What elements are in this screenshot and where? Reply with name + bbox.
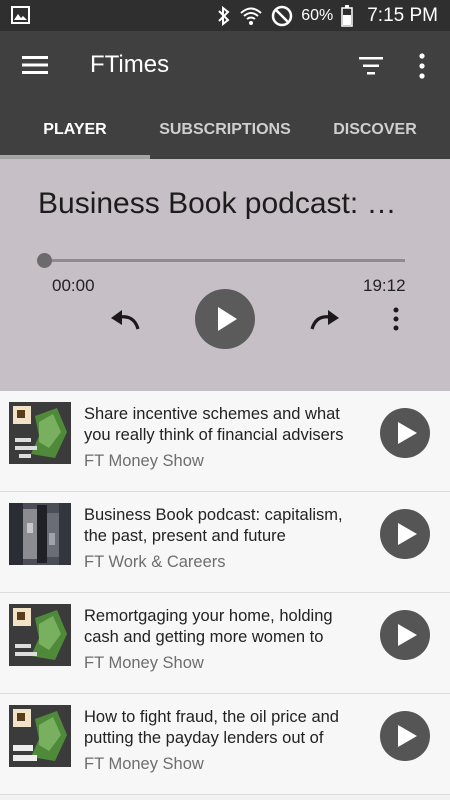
app-bar: FTimes — [0, 31, 450, 101]
seek-thumb[interactable] — [37, 253, 52, 268]
rewind-icon[interactable] — [108, 307, 144, 335]
list-item[interactable]: Business Book podcast: capitalism, the p… — [0, 492, 450, 593]
list-item[interactable]: Remortgaging your home, holding cash and… — [0, 593, 450, 694]
play-icon — [398, 422, 417, 444]
play-icon — [398, 725, 417, 747]
play-icon — [398, 624, 417, 646]
tab-discover[interactable]: DISCOVER — [300, 101, 450, 159]
episode-play-button[interactable] — [380, 711, 430, 761]
play-icon — [218, 307, 237, 331]
player-more-icon[interactable] — [386, 305, 406, 333]
episode-list: Share incentive schemes and what you rea… — [0, 391, 450, 795]
bluetooth-icon — [218, 5, 230, 26]
episode-title: Share incentive schemes and what you rea… — [84, 405, 344, 444]
hamburger-menu-icon[interactable] — [22, 55, 48, 75]
episode-title: How to fight fraud, the oil price and pu… — [84, 708, 339, 747]
gallery-icon — [11, 6, 30, 24]
episode-title: Business Book podcast: capitalism, the p… — [84, 506, 343, 545]
fast-forward-icon[interactable] — [306, 307, 342, 335]
episode-show: FT Money Show — [84, 755, 204, 773]
status-bar: 60% 7:15 PM — [0, 0, 450, 31]
episode-play-button[interactable] — [380, 509, 430, 559]
seek-bar[interactable] — [45, 259, 405, 262]
list-item[interactable]: Share incentive schemes and what you rea… — [0, 391, 450, 492]
status-time: 7:15 PM — [367, 4, 438, 26]
overflow-menu-icon[interactable] — [412, 52, 432, 80]
episode-show: FT Money Show — [84, 654, 204, 672]
wifi-icon — [240, 7, 262, 25]
episode-show: FT Money Show — [84, 452, 204, 470]
now-playing-panel: Business Book podcast: … 00:00 19:12 — [0, 159, 450, 391]
now-playing-title: Business Book podcast: … — [38, 187, 397, 220]
list-item[interactable]: How to fight fraud, the oil price and pu… — [0, 694, 450, 795]
episode-title: Remortgaging your home, holding cash and… — [84, 607, 333, 646]
battery-percent: 60% — [301, 6, 334, 24]
total-time: 19:12 — [363, 276, 406, 295]
episode-thumbnail — [9, 402, 71, 464]
episode-show: FT Work & Careers — [84, 553, 226, 571]
play-icon — [398, 523, 417, 545]
app-title: FTimes — [90, 51, 170, 78]
filter-icon[interactable] — [358, 56, 384, 76]
battery-icon — [341, 4, 353, 27]
episode-thumbnail — [9, 604, 71, 666]
episode-thumbnail — [9, 705, 71, 767]
episode-play-button[interactable] — [380, 408, 430, 458]
status-icons: 60% 7:15 PM — [217, 0, 438, 31]
current-time: 00:00 — [52, 276, 95, 295]
tab-subscriptions[interactable]: SUBSCRIPTIONS — [150, 101, 300, 159]
play-button[interactable] — [195, 289, 255, 349]
episode-thumbnail — [9, 503, 71, 565]
do-not-disturb-icon — [271, 5, 293, 26]
tab-player[interactable]: PLAYER — [0, 101, 150, 159]
tab-bar: PLAYER SUBSCRIPTIONS DISCOVER — [0, 101, 450, 159]
episode-play-button[interactable] — [380, 610, 430, 660]
